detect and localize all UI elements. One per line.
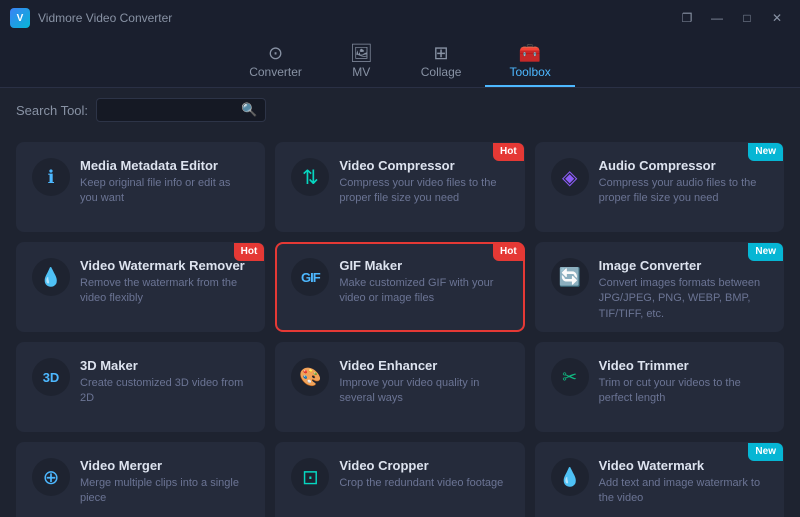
mv-icon: 🖼 bbox=[350, 44, 373, 62]
search-label: Search Tool: bbox=[16, 103, 88, 118]
tool-card-header: 💧 Video Watermark Add text and image wat… bbox=[551, 458, 768, 507]
tool-icon-image-converter: 🔄 bbox=[551, 258, 589, 296]
tool-name-image-converter: Image Converter bbox=[599, 258, 768, 273]
tab-collage[interactable]: ⊞ Collage bbox=[397, 36, 486, 87]
tool-card-audio-compressor[interactable]: New ◈ Audio Compressor Compress your aud… bbox=[535, 142, 784, 232]
tool-card-header: 🔄 Image Converter Convert images formats… bbox=[551, 258, 768, 322]
tool-card-image-converter[interactable]: New 🔄 Image Converter Convert images for… bbox=[535, 242, 784, 332]
tool-card-video-watermark-remover[interactable]: Hot 💧 Video Watermark Remover Remove the… bbox=[16, 242, 265, 332]
toolbox-label: Toolbox bbox=[509, 65, 550, 79]
title-bar-left: V Vidmore Video Converter bbox=[10, 8, 172, 28]
tool-card-video-compressor[interactable]: Hot ⇅ Video Compressor Compress your vid… bbox=[275, 142, 524, 232]
tool-card-header: ◈ Audio Compressor Compress your audio f… bbox=[551, 158, 768, 207]
tool-desc-gif-maker: Make customized GIF with your video or i… bbox=[339, 276, 508, 307]
title-bar-controls: ❐ — □ ✕ bbox=[674, 8, 790, 28]
search-input[interactable] bbox=[105, 103, 235, 117]
tool-card-3d-maker[interactable]: 3D 3D Maker Create customized 3D video f… bbox=[16, 342, 265, 432]
tool-name-video-watermark: Video Watermark bbox=[599, 458, 768, 473]
tool-card-header: ⊕ Video Merger Merge multiple clips into… bbox=[32, 458, 249, 507]
tool-desc-video-watermark: Add text and image watermark to the vide… bbox=[599, 476, 768, 507]
badge-audio-compressor: New bbox=[748, 143, 783, 161]
tool-card-header: ⇅ Video Compressor Compress your video f… bbox=[291, 158, 508, 207]
tool-card-video-merger[interactable]: ⊕ Video Merger Merge multiple clips into… bbox=[16, 442, 265, 517]
close-button[interactable]: ✕ bbox=[764, 8, 790, 28]
tool-icon-video-watermark-remover: 💧 bbox=[32, 258, 70, 296]
tool-name-3d-maker: 3D Maker bbox=[80, 358, 249, 373]
search-icon: 🔍 bbox=[241, 102, 257, 118]
tool-card-video-enhancer[interactable]: 🎨 Video Enhancer Improve your video qual… bbox=[275, 342, 524, 432]
tool-desc-video-watermark-remover: Remove the watermark from the video flex… bbox=[80, 276, 249, 307]
search-input-wrap[interactable]: 🔍 bbox=[96, 98, 266, 122]
tool-icon-3d-maker: 3D bbox=[32, 358, 70, 396]
tool-card-video-watermark[interactable]: New 💧 Video Watermark Add text and image… bbox=[535, 442, 784, 517]
tool-icon-video-enhancer: 🎨 bbox=[291, 358, 329, 396]
tool-card-video-cropper[interactable]: ⊡ Video Cropper Crop the redundant video… bbox=[275, 442, 524, 517]
tool-name-video-trimmer: Video Trimmer bbox=[599, 358, 768, 373]
tool-name-video-cropper: Video Cropper bbox=[339, 458, 508, 473]
tool-name-video-compressor: Video Compressor bbox=[339, 158, 508, 173]
tool-name-video-merger: Video Merger bbox=[80, 458, 249, 473]
tool-icon-gif-maker: GIF bbox=[291, 258, 329, 296]
tool-icon-audio-compressor: ◈ bbox=[551, 158, 589, 196]
tool-desc-3d-maker: Create customized 3D video from 2D bbox=[80, 376, 249, 407]
tool-desc-media-metadata-editor: Keep original file info or edit as you w… bbox=[80, 176, 249, 207]
tool-icon-video-merger: ⊕ bbox=[32, 458, 70, 496]
collage-label: Collage bbox=[421, 65, 462, 79]
search-bar: Search Tool: 🔍 bbox=[0, 88, 800, 132]
tool-card-header: ℹ Media Metadata Editor Keep original fi… bbox=[32, 158, 249, 207]
tool-desc-video-trimmer: Trim or cut your videos to the perfect l… bbox=[599, 376, 768, 407]
tool-card-header: ⊡ Video Cropper Crop the redundant video… bbox=[291, 458, 508, 496]
badge-image-converter: New bbox=[748, 243, 783, 261]
mv-label: MV bbox=[352, 65, 370, 79]
restore-button[interactable]: ❐ bbox=[674, 8, 700, 28]
tab-toolbox[interactable]: 🧰 Toolbox bbox=[485, 36, 574, 87]
tool-name-video-watermark-remover: Video Watermark Remover bbox=[80, 258, 249, 273]
tool-icon-video-compressor: ⇅ bbox=[291, 158, 329, 196]
tool-desc-video-merger: Merge multiple clips into a single piece bbox=[80, 476, 249, 507]
tool-card-header: ✂ Video Trimmer Trim or cut your videos … bbox=[551, 358, 768, 407]
tab-mv[interactable]: 🖼 MV bbox=[326, 36, 397, 87]
badge-video-compressor: Hot bbox=[493, 143, 524, 161]
tool-name-gif-maker: GIF Maker bbox=[339, 258, 508, 273]
tool-name-media-metadata-editor: Media Metadata Editor bbox=[80, 158, 249, 173]
tool-desc-image-converter: Convert images formats between JPG/JPEG,… bbox=[599, 276, 768, 322]
tool-desc-video-enhancer: Improve your video quality in several wa… bbox=[339, 376, 508, 407]
minimize-button[interactable]: — bbox=[704, 8, 730, 28]
tool-desc-video-cropper: Crop the redundant video footage bbox=[339, 476, 508, 491]
tool-icon-video-watermark: 💧 bbox=[551, 458, 589, 496]
tool-card-header: 3D 3D Maker Create customized 3D video f… bbox=[32, 358, 249, 407]
tools-grid: ℹ Media Metadata Editor Keep original fi… bbox=[0, 132, 800, 517]
maximize-button[interactable]: □ bbox=[734, 8, 760, 28]
badge-video-watermark: New bbox=[748, 443, 783, 461]
badge-gif-maker: Hot bbox=[493, 243, 524, 261]
converter-icon: ⊙ bbox=[268, 44, 283, 62]
converter-label: Converter bbox=[249, 65, 302, 79]
tool-icon-video-trimmer: ✂ bbox=[551, 358, 589, 396]
app-icon: V bbox=[10, 8, 30, 28]
title-bar: V Vidmore Video Converter ❐ — □ ✕ bbox=[0, 0, 800, 36]
nav-bar: ⊙ Converter 🖼 MV ⊞ Collage 🧰 Toolbox bbox=[0, 36, 800, 88]
tool-name-video-enhancer: Video Enhancer bbox=[339, 358, 508, 373]
tool-icon-video-cropper: ⊡ bbox=[291, 458, 329, 496]
tool-name-audio-compressor: Audio Compressor bbox=[599, 158, 768, 173]
tool-desc-video-compressor: Compress your video files to the proper … bbox=[339, 176, 508, 207]
toolbox-icon: 🧰 bbox=[519, 44, 541, 62]
tool-card-header: 💧 Video Watermark Remover Remove the wat… bbox=[32, 258, 249, 307]
tool-card-header: GIF GIF Maker Make customized GIF with y… bbox=[291, 258, 508, 307]
tool-card-gif-maker[interactable]: Hot GIF GIF Maker Make customized GIF wi… bbox=[275, 242, 524, 332]
tool-desc-audio-compressor: Compress your audio files to the proper … bbox=[599, 176, 768, 207]
tool-card-header: 🎨 Video Enhancer Improve your video qual… bbox=[291, 358, 508, 407]
tab-converter[interactable]: ⊙ Converter bbox=[225, 36, 326, 87]
title-bar-title: Vidmore Video Converter bbox=[38, 11, 172, 25]
tool-icon-media-metadata-editor: ℹ bbox=[32, 158, 70, 196]
badge-video-watermark-remover: Hot bbox=[234, 243, 265, 261]
tool-card-media-metadata-editor[interactable]: ℹ Media Metadata Editor Keep original fi… bbox=[16, 142, 265, 232]
collage-icon: ⊞ bbox=[434, 44, 449, 62]
tool-card-video-trimmer[interactable]: ✂ Video Trimmer Trim or cut your videos … bbox=[535, 342, 784, 432]
